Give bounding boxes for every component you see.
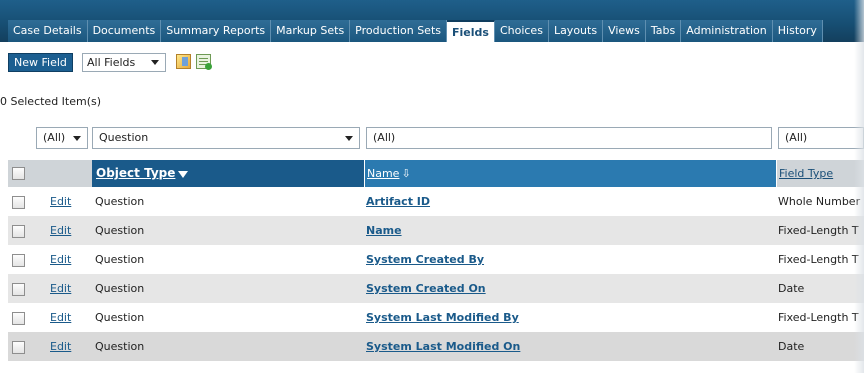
object-type-cell: Question <box>95 311 145 324</box>
field-type-filter-input[interactable]: (All) <box>778 127 864 149</box>
field-type-cell: Fixed-Length T <box>778 224 859 237</box>
filter-icon <box>178 171 189 178</box>
new-view-icon[interactable] <box>196 54 212 70</box>
tab-list: Case Details Documents Summary Reports M… <box>8 20 823 42</box>
edit-link[interactable]: Edit <box>50 274 71 303</box>
edit-filter-value: (All) <box>43 131 66 144</box>
field-type-cell: Whole Number <box>778 195 861 208</box>
tab-summary-reports[interactable]: Summary Reports <box>161 20 272 42</box>
row-checkbox[interactable] <box>12 312 25 325</box>
object-type-cell: Question <box>95 253 145 266</box>
name-filter-value: (All) <box>373 131 396 144</box>
row-checkbox[interactable] <box>12 225 25 238</box>
field-type-cell: Date <box>778 340 805 353</box>
tab-layouts[interactable]: Layouts <box>548 20 604 42</box>
selected-count: 0 Selected Item(s) <box>0 95 102 108</box>
object-type-filter-value: Question <box>99 131 149 144</box>
table-row: Edit Question System Created On Date <box>8 274 864 303</box>
column-header-name[interactable]: Name ⇩ <box>364 160 776 187</box>
edit-link[interactable]: Edit <box>50 187 71 216</box>
field-type-cell: Fixed-Length T <box>778 253 859 266</box>
field-type-cell: Date <box>778 282 805 295</box>
field-name-link[interactable]: System Last Modified By <box>366 303 519 332</box>
chevron-down-icon <box>73 136 81 141</box>
field-name-link[interactable]: System Created By <box>366 245 484 274</box>
view-select[interactable]: All Fields <box>82 53 166 72</box>
tab-choices[interactable]: Choices <box>494 20 549 42</box>
table-row: Edit Question System Last Modified By Fi… <box>8 303 864 332</box>
row-checkbox[interactable] <box>12 283 25 296</box>
name-filter-input[interactable]: (All) <box>366 127 772 149</box>
row-checkbox[interactable] <box>12 254 25 267</box>
sort-down-icon: ⇩ <box>401 167 411 180</box>
object-type-filter-select[interactable]: Question <box>92 127 360 149</box>
tab-views[interactable]: Views <box>603 20 646 42</box>
filter-row: (All) Question (All) (All) <box>0 127 864 151</box>
edit-link[interactable]: Edit <box>50 332 71 361</box>
edit-filter-select[interactable]: (All) <box>36 127 88 149</box>
edit-link[interactable]: Edit <box>50 216 71 245</box>
tab-bar: Case Details Documents Summary Reports M… <box>0 0 864 42</box>
chevron-down-icon <box>345 136 353 141</box>
toolbar: New Field All Fields <box>0 42 864 74</box>
edit-view-icon[interactable] <box>176 54 191 69</box>
fields-grid: Object Type Name ⇩ Field Type Edit Questi… <box>8 160 864 361</box>
object-type-cell: Question <box>95 340 145 353</box>
edit-link[interactable]: Edit <box>50 303 71 332</box>
column-header-object-type[interactable]: Object Type <box>92 160 364 187</box>
tab-production-sets[interactable]: Production Sets <box>350 20 447 42</box>
field-type-filter-value: (All) <box>785 131 808 144</box>
row-checkbox[interactable] <box>12 196 25 209</box>
table-row: Edit Question Name Fixed-Length T <box>8 216 864 245</box>
field-type-cell: Fixed-Length T <box>778 311 859 324</box>
edge-shadow <box>854 0 864 373</box>
tab-tabs[interactable]: Tabs <box>645 20 682 42</box>
object-type-cell: Question <box>95 195 145 208</box>
field-name-link[interactable]: System Last Modified On <box>366 332 520 361</box>
tab-fields[interactable]: Fields <box>447 20 495 42</box>
tab-history[interactable]: History <box>772 20 823 42</box>
field-name-link[interactable]: System Created On <box>366 274 486 303</box>
tab-case-details[interactable]: Case Details <box>8 20 88 42</box>
field-name-link[interactable]: Name <box>366 216 402 245</box>
tab-markup-sets[interactable]: Markup Sets <box>271 20 351 42</box>
grid-header: Object Type Name ⇩ Field Type <box>8 160 864 187</box>
table-row: Edit Question System Created By Fixed-Le… <box>8 245 864 274</box>
object-type-cell: Question <box>95 224 145 237</box>
select-all-checkbox[interactable] <box>12 167 25 180</box>
object-type-cell: Question <box>95 282 145 295</box>
row-checkbox[interactable] <box>12 341 25 354</box>
view-select-value: All Fields <box>87 56 136 69</box>
chevron-down-icon <box>151 60 159 65</box>
new-field-button[interactable]: New Field <box>8 53 73 72</box>
edit-link[interactable]: Edit <box>50 245 71 274</box>
table-row: Edit Question Artifact ID Whole Number <box>8 187 864 216</box>
tab-documents[interactable]: Documents <box>87 20 162 42</box>
field-name-link[interactable]: Artifact ID <box>366 187 430 216</box>
column-header-field-type[interactable]: Field Type <box>776 160 864 187</box>
table-row: Edit Question System Last Modified On Da… <box>8 332 864 361</box>
tab-administration[interactable]: Administration <box>681 20 773 42</box>
